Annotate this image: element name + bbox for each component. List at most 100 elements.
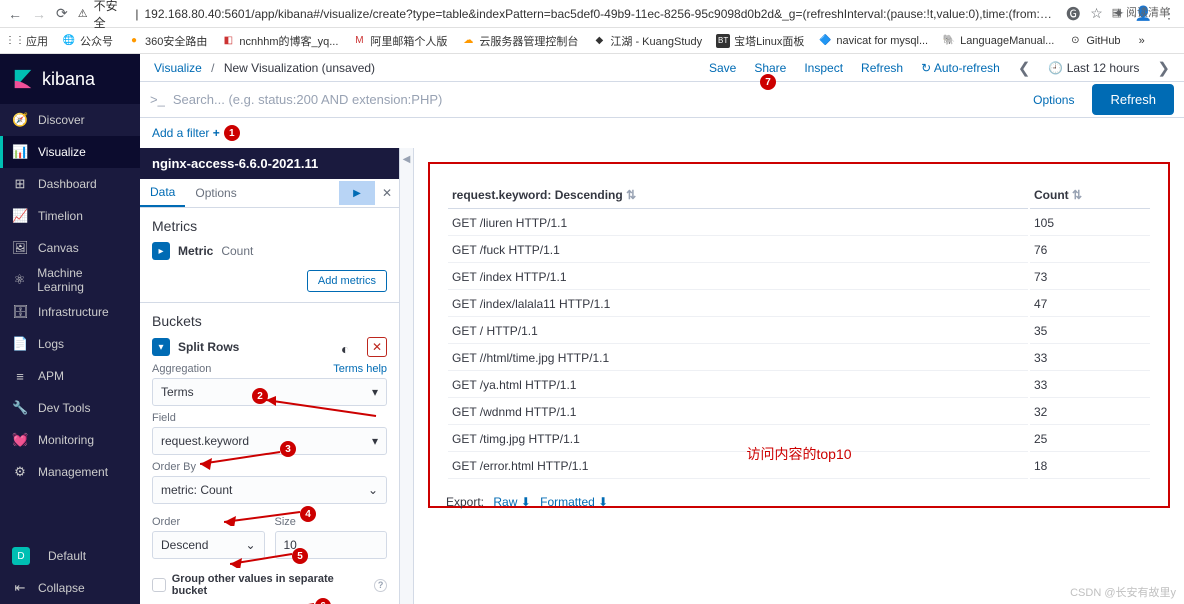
annotation-callout-1: 1: [224, 125, 240, 141]
url-bar[interactable]: ⚠ 不安全 | 192.168.80.40:5601/app/kibana#/v…: [78, 0, 1057, 31]
collapse-icon: ⇤: [12, 580, 28, 596]
share-button[interactable]: Share: [754, 61, 786, 75]
bookmark-item[interactable]: ◆江湖 - KuangStudy: [592, 33, 702, 49]
table-row[interactable]: GET //html/time.jpg HTTP/1.133: [448, 346, 1150, 371]
plus-icon: +: [213, 126, 220, 140]
export-raw-link[interactable]: Raw ⬇: [493, 495, 530, 509]
apply-button[interactable]: ▶: [339, 181, 375, 205]
time-next-icon[interactable]: ❯: [1157, 59, 1170, 77]
play-icon: ▶: [353, 188, 361, 199]
tab-options[interactable]: Options: [185, 180, 246, 206]
cell-count: 47: [1030, 292, 1150, 317]
export-formatted-link[interactable]: Formatted ⬇: [540, 495, 608, 509]
star-icon[interactable]: ☆: [1090, 5, 1103, 22]
bookmark-item[interactable]: ⊙GitHub: [1068, 34, 1120, 48]
table-row[interactable]: GET /liuren HTTP/1.1105: [448, 211, 1150, 236]
content-area: nginx-access-6.6.0-2021.11 Data Options …: [140, 148, 1184, 604]
logo-area[interactable]: kibana: [0, 54, 140, 104]
sidebar-item-logs[interactable]: 📄Logs: [0, 328, 140, 360]
inspect-button[interactable]: Inspect: [804, 61, 843, 75]
discard-button[interactable]: ✕: [375, 186, 399, 200]
sidebar-item-default[interactable]: DDefault: [0, 540, 140, 572]
autorefresh-button[interactable]: ↻ Auto-refresh: [921, 61, 1000, 75]
help-icon[interactable]: ?: [374, 579, 387, 592]
forward-icon[interactable]: →: [32, 6, 46, 22]
reading-list[interactable]: ▤阅读清单: [1112, 4, 1170, 20]
table-row[interactable]: GET /index/lalala11 HTTP/1.147: [448, 292, 1150, 317]
cell-request: GET /index HTTP/1.1: [448, 265, 1028, 290]
kibana-logo-icon: [12, 68, 34, 90]
watermark: CSDN @长安有故里y: [1070, 584, 1176, 600]
bookmark-item[interactable]: 🌐公众号: [62, 33, 113, 49]
breadcrumb-root[interactable]: Visualize: [154, 61, 202, 75]
bookmark-item[interactable]: 🔷navicat for mysql...: [818, 34, 928, 48]
annotation-callout-2: 2: [252, 388, 268, 404]
sidebar-item-discover[interactable]: 🧭Discover: [0, 104, 140, 136]
sidebar-item-infra[interactable]: 🗄Infrastructure: [0, 296, 140, 328]
col-request[interactable]: request.keyword: Descending ⇅: [448, 182, 1028, 209]
refresh-button[interactable]: Refresh: [1092, 84, 1174, 115]
chevron-down-icon: ▾: [158, 342, 163, 353]
refresh-icon: ↻: [921, 61, 934, 75]
time-picker[interactable]: 🕘 Last 12 hours: [1048, 61, 1139, 75]
metric-toggle[interactable]: ▸: [152, 242, 170, 260]
sidebar-item-management[interactable]: ⚙Management: [0, 456, 140, 488]
table-row[interactable]: GET /fuck HTTP/1.176: [448, 238, 1150, 263]
cell-count: 105: [1030, 211, 1150, 236]
options-link[interactable]: Options: [1023, 93, 1084, 107]
bookmark-item[interactable]: BT宝塔Linux面板: [716, 33, 804, 49]
translate-icon[interactable]: 🅖: [1066, 4, 1080, 24]
table-row[interactable]: GET /ya.html HTTP/1.133: [448, 373, 1150, 398]
sidebar-item-devtools[interactable]: 🔧Dev Tools: [0, 392, 140, 424]
table-row[interactable]: GET /wdnmd HTTP/1.132: [448, 400, 1150, 425]
sidebar-item-apm[interactable]: ≡APM: [0, 360, 140, 392]
config-panel: nginx-access-6.6.0-2021.11 Data Options …: [140, 148, 400, 604]
bookmark-item[interactable]: ☁云服务器管理控制台: [461, 33, 578, 49]
delete-bucket-button[interactable]: ✕: [367, 337, 387, 357]
orderby-select[interactable]: metric: Count⌄: [152, 476, 387, 504]
ml-icon: ⚛: [12, 272, 27, 288]
apps-shortcut[interactable]: ⋮⋮应用: [8, 33, 48, 49]
terms-help-link[interactable]: Terms help: [333, 363, 387, 375]
cell-request: GET /timg.jpg HTTP/1.1: [448, 427, 1028, 452]
sidebar-item-canvas[interactable]: 🖼Canvas: [0, 232, 140, 264]
bookmark-item[interactable]: M阿里邮箱个人版: [352, 33, 447, 49]
sidebar-item-collapse[interactable]: ⇤Collapse: [0, 572, 140, 604]
main-area: Visualize / New Visualization (unsaved) …: [140, 54, 1184, 604]
sidebar-item-ml[interactable]: ⚛Machine Learning: [0, 264, 140, 296]
sidebar-item-monitoring[interactable]: 💓Monitoring: [0, 424, 140, 456]
back-icon[interactable]: ←: [8, 6, 22, 22]
sidebar-item-dashboard[interactable]: ⊞Dashboard: [0, 168, 140, 200]
bookmark-item[interactable]: ●360安全路由: [127, 33, 207, 49]
bookmark-item[interactable]: 🐘LanguageManual...: [942, 34, 1054, 48]
cell-count: 25: [1030, 427, 1150, 452]
dashboard-icon: ⊞: [12, 176, 28, 192]
bucket-toggle[interactable]: ▾: [152, 338, 170, 356]
sidebar-item-timelion[interactable]: 📈Timelion: [0, 200, 140, 232]
save-button[interactable]: Save: [709, 61, 736, 75]
add-metrics-button[interactable]: Add metrics: [307, 270, 387, 292]
panel-collapse-button[interactable]: ◀: [400, 148, 414, 604]
time-prev-icon[interactable]: ❮: [1018, 59, 1031, 77]
browser-nav-bar: ← → ⟳ ⚠ 不安全 | 192.168.80.40:5601/app/kib…: [0, 0, 1184, 28]
enable-toggle[interactable]: ◐: [341, 341, 361, 353]
refresh-link[interactable]: Refresh: [861, 61, 903, 75]
tab-data[interactable]: Data: [140, 179, 185, 207]
sidebar-item-visualize[interactable]: 📊Visualize: [0, 136, 140, 168]
bookmark-item[interactable]: ◧ncnhhm的博客_yq...: [221, 33, 338, 49]
table-row[interactable]: GET / HTTP/1.135: [448, 319, 1150, 344]
field-label: Field: [152, 412, 176, 424]
result-table: request.keyword: Descending ⇅ Count ⇅ GE…: [446, 180, 1152, 481]
annotation-callout-4: 4: [300, 506, 316, 522]
add-filter-button[interactable]: Add a filter +: [152, 126, 220, 140]
search-input[interactable]: >_ Search... (e.g. status:200 AND extens…: [150, 92, 1015, 107]
bookmark-icon: ☁: [461, 34, 475, 48]
group-other-checkbox[interactable]: Group other values in separate bucket?: [152, 573, 387, 597]
bookmarks-overflow[interactable]: »: [1139, 35, 1145, 47]
breadcrumb-current: New Visualization (unsaved): [224, 61, 375, 75]
cell-request: GET / HTTP/1.1: [448, 319, 1028, 344]
col-count[interactable]: Count ⇅: [1030, 182, 1150, 209]
bookmark-icon: ●: [127, 34, 141, 48]
reload-icon[interactable]: ⟳: [56, 5, 68, 22]
table-row[interactable]: GET /index HTTP/1.173: [448, 265, 1150, 290]
